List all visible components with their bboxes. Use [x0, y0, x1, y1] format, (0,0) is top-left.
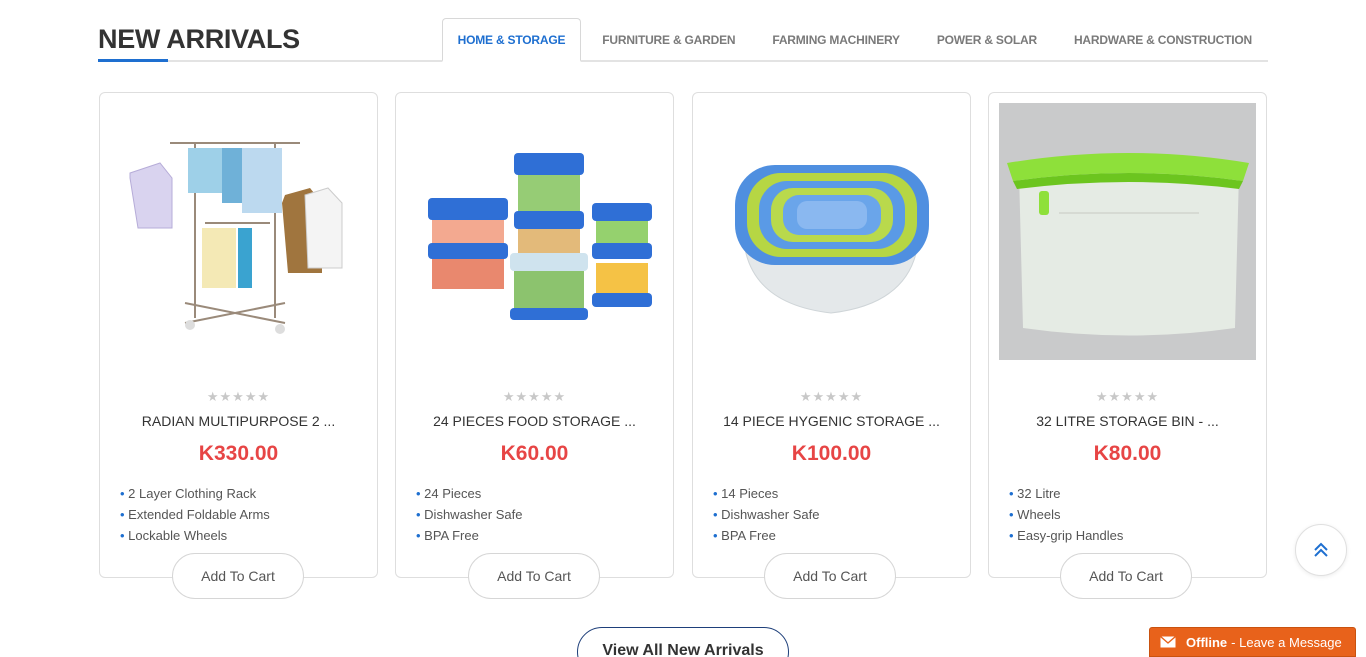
- food-containers-image[interactable]: [406, 103, 663, 360]
- rating-stars: ★★★★★: [206, 389, 271, 404]
- chat-message: - Leave a Message: [1231, 634, 1342, 650]
- nested-containers-image[interactable]: [703, 103, 960, 360]
- product-card[interactable]: ★★★★★ 14 PIECE HYGENIC STORAGE ... K100.…: [692, 92, 971, 578]
- product-name[interactable]: 14 PIECE HYGENIC STORAGE ...: [693, 413, 970, 429]
- chat-widget[interactable]: Offline - Leave a Message: [1149, 627, 1356, 657]
- feature-item: 2 Layer Clothing Rack: [120, 483, 270, 504]
- product-name[interactable]: 24 PIECES FOOD STORAGE ...: [396, 413, 673, 429]
- tab-farming-machinery[interactable]: FARMING MACHINERY: [756, 18, 916, 62]
- tab-power-solar[interactable]: POWER & SOLAR: [921, 18, 1053, 62]
- feature-item: 14 Pieces: [713, 483, 819, 504]
- product-price: K100.00: [791, 442, 872, 465]
- product-price: K330.00: [198, 442, 279, 465]
- category-tabs: HOME & STORAGE FURNITURE & GARDEN FARMIN…: [437, 18, 1268, 62]
- feature-item: BPA Free: [713, 525, 819, 546]
- feature-list: 2 Layer Clothing Rack Extended Foldable …: [120, 483, 270, 546]
- product-grid: ★★★★★ RADIAN MULTIPURPOSE 2 ... K330.00 …: [99, 92, 1267, 578]
- feature-item: BPA Free: [416, 525, 522, 546]
- clothing-rack-image[interactable]: [110, 103, 367, 360]
- view-all-button[interactable]: View All New Arrivals: [577, 627, 789, 657]
- rating-stars: ★★★★★: [799, 389, 864, 404]
- rating-stars: ★★★★★: [1095, 389, 1160, 404]
- add-to-cart-button[interactable]: Add To Cart: [468, 553, 600, 599]
- envelope-icon: [1160, 636, 1176, 648]
- feature-item: 32 Litre: [1009, 483, 1123, 504]
- chat-status: Offline: [1186, 634, 1228, 650]
- feature-list: 24 Pieces Dishwasher Safe BPA Free: [416, 483, 522, 546]
- add-to-cart-button[interactable]: Add To Cart: [172, 553, 304, 599]
- storage-bin-image[interactable]: [999, 103, 1256, 360]
- feature-item: Dishwasher Safe: [713, 504, 819, 525]
- rating-stars: ★★★★★: [502, 389, 567, 404]
- add-to-cart-button[interactable]: Add To Cart: [764, 553, 896, 599]
- product-price: K80.00: [1093, 442, 1162, 465]
- scroll-to-top-button[interactable]: [1295, 524, 1347, 576]
- tab-home-storage[interactable]: HOME & STORAGE: [441, 18, 582, 62]
- product-card[interactable]: ★★★★★ 24 PIECES FOOD STORAGE ... K60.00 …: [395, 92, 674, 578]
- feature-item: 24 Pieces: [416, 483, 522, 504]
- section-header: NEW ARRIVALS HOME & STORAGE FURNITURE & …: [98, 18, 1268, 62]
- feature-list: 14 Pieces Dishwasher Safe BPA Free: [713, 483, 819, 546]
- title-underline: [98, 59, 168, 62]
- product-price: K60.00: [500, 442, 569, 465]
- feature-item: Easy-grip Handles: [1009, 525, 1123, 546]
- product-name[interactable]: 32 LITRE STORAGE BIN - ...: [989, 413, 1266, 429]
- feature-item: Dishwasher Safe: [416, 504, 522, 525]
- add-to-cart-button[interactable]: Add To Cart: [1060, 553, 1192, 599]
- tab-hardware-construction[interactable]: HARDWARE & CONSTRUCTION: [1058, 18, 1268, 62]
- feature-item: Wheels: [1009, 504, 1123, 525]
- section-title: NEW ARRIVALS: [98, 24, 300, 54]
- feature-item: Extended Foldable Arms: [120, 504, 270, 525]
- double-chevron-up-icon: [1314, 542, 1328, 557]
- tab-furniture-garden[interactable]: FURNITURE & GARDEN: [586, 18, 751, 62]
- feature-list: 32 Litre Wheels Easy-grip Handles: [1009, 483, 1123, 546]
- product-card[interactable]: ★★★★★ RADIAN MULTIPURPOSE 2 ... K330.00 …: [99, 92, 378, 578]
- product-card[interactable]: ★★★★★ 32 LITRE STORAGE BIN - ... K80.00 …: [988, 92, 1267, 578]
- feature-item: Lockable Wheels: [120, 525, 270, 546]
- product-name[interactable]: RADIAN MULTIPURPOSE 2 ...: [100, 413, 377, 429]
